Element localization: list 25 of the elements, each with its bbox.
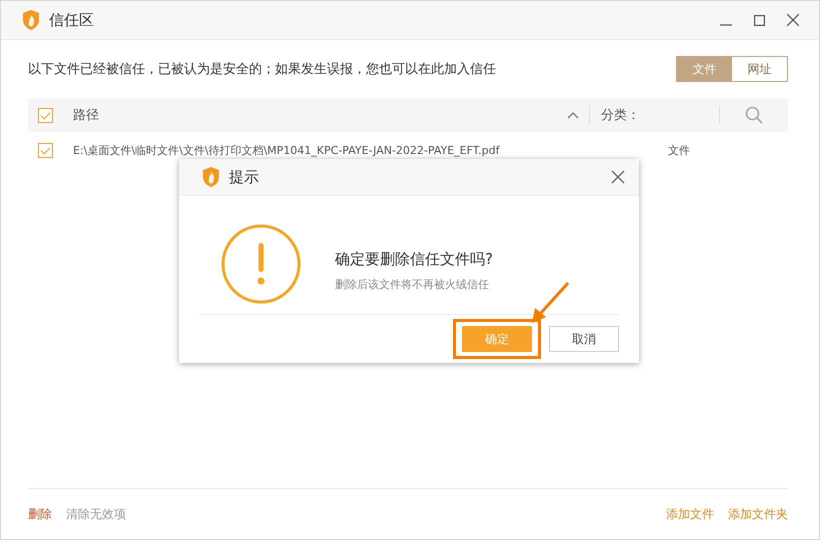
dialog-title: 提示 [229,168,260,186]
category-cell-text: 文件 [668,142,691,158]
window-title: 信任区 [49,10,95,30]
confirm-message: 确定要删除信任文件吗? [335,250,493,269]
select-all-checkbox[interactable] [38,108,53,122]
shield-logo-icon [201,166,221,188]
confirm-button[interactable]: 确定 [462,326,532,352]
column-header: 分类： [601,107,641,124]
shield-logo-icon [21,9,41,31]
cancel-button[interactable]: 取消 [549,326,619,352]
footer-link[interactable]: 添加文件 [666,506,714,522]
confirm-detail: 删除后该文件将不再被火绒信任 [335,277,490,292]
footer-link[interactable]: 清除无效项 [66,506,126,522]
row-checkbox[interactable] [38,142,53,158]
footer-link[interactable]: 添加文件夹 [728,506,788,522]
maximize-icon[interactable] [754,14,765,26]
close-icon[interactable] [611,170,625,184]
column-header[interactable]: 路径 [73,106,567,124]
close-icon[interactable] [787,14,799,26]
notice-text: 以下文件已经被信任，已被认为是安全的；如果发生误报，您也可以在此加入信任 [28,61,496,78]
warning-icon [221,224,301,304]
caret-icon[interactable] [567,111,579,119]
footer-link[interactable]: 删除 [28,506,52,522]
view-tab[interactable]: 文件 [677,57,732,81]
file-path: E:\桌面文件\临时文件\文件\待打印文档\MP1041_KPC-PAYE-JAN-2022-PAYE_EFT.pdf [73,142,501,158]
